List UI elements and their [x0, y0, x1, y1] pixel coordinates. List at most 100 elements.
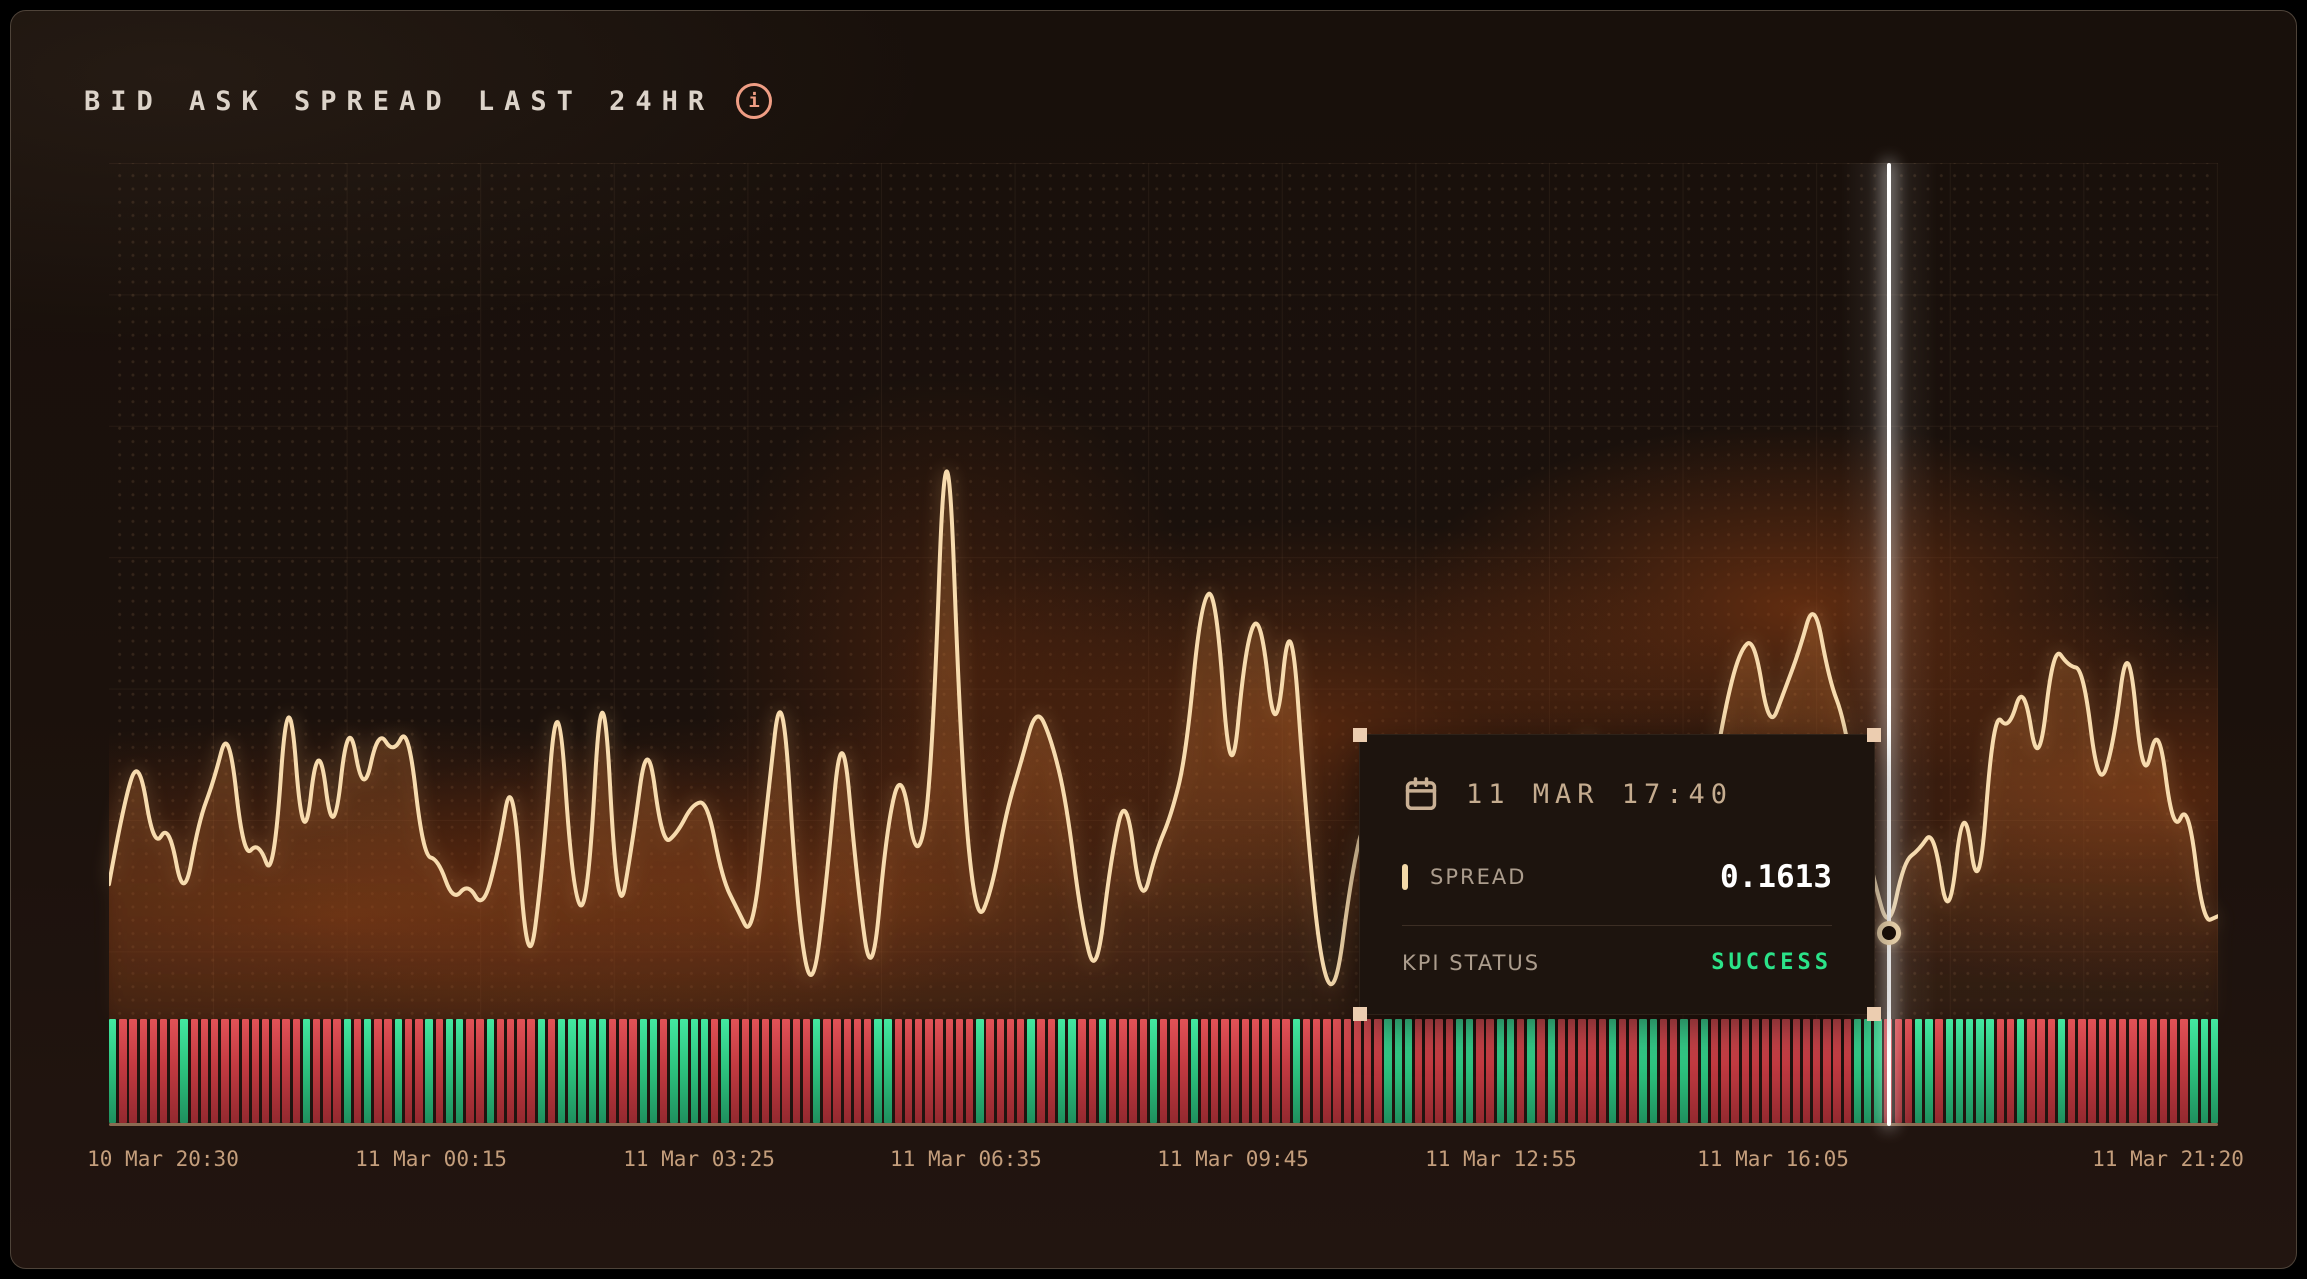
status-bar-failure — [711, 1019, 718, 1123]
tooltip-handle-bottom-right[interactable] — [1867, 1007, 1881, 1021]
status-bar-success — [1680, 1019, 1687, 1123]
status-bar-success — [109, 1019, 116, 1123]
status-bar-success — [813, 1019, 820, 1123]
status-bar-failure — [282, 1019, 289, 1123]
chart-plot[interactable] — [109, 163, 2218, 1019]
status-bar-failure — [1211, 1019, 1218, 1123]
status-bar-failure — [211, 1019, 218, 1123]
status-bar-success — [1191, 1019, 1198, 1123]
status-bar-failure — [160, 1019, 167, 1123]
status-bar-failure — [415, 1019, 422, 1123]
status-bar-success — [650, 1019, 657, 1123]
status-bar-failure — [742, 1019, 749, 1123]
status-bar-success — [701, 1019, 708, 1123]
status-bar-success — [1099, 1019, 1106, 1123]
status-bar-success — [395, 1019, 402, 1123]
status-bar-failure — [191, 1019, 198, 1123]
status-bar-success — [1976, 1019, 1983, 1123]
status-bar-failure — [140, 1019, 147, 1123]
status-bar-failure — [1374, 1019, 1381, 1123]
status-bar-failure — [476, 1019, 483, 1123]
status-bar-success — [1966, 1019, 1973, 1123]
status-bar-failure — [1772, 1019, 1779, 1123]
status-bar-failure — [1119, 1019, 1126, 1123]
status-bar-success — [2017, 1019, 2024, 1123]
status-bar-failure — [2048, 1019, 2055, 1123]
status-bar-success — [1946, 1019, 1953, 1123]
status-bar-failure — [2078, 1019, 2085, 1123]
status-bar-success — [1405, 1019, 1412, 1123]
status-bar-failure — [548, 1019, 555, 1123]
status-bar-failure — [1690, 1019, 1697, 1123]
status-bar-success — [1068, 1019, 1075, 1123]
status-bar-failure — [1629, 1019, 1636, 1123]
status-bar-failure — [1803, 1019, 1810, 1123]
status-bar-failure — [129, 1019, 136, 1123]
status-bar-failure — [1895, 1019, 1902, 1123]
status-bar-success — [1395, 1019, 1402, 1123]
status-bar-failure — [466, 1019, 473, 1123]
status-bar-success — [1027, 1019, 1034, 1123]
status-bar-failure — [497, 1019, 504, 1123]
status-bar-success — [1639, 1019, 1646, 1123]
status-bar-failure — [1272, 1019, 1279, 1123]
status-bar-success — [1058, 1019, 1065, 1123]
status-bar-failure — [1415, 1019, 1422, 1123]
status-bar-failure — [1089, 1019, 1096, 1123]
status-bar-failure — [1619, 1019, 1626, 1123]
status-bar-success — [1507, 1019, 1514, 1123]
status-bar-success — [1925, 1019, 1932, 1123]
status-bar-failure — [905, 1019, 912, 1123]
status-bar-failure — [1109, 1019, 1116, 1123]
status-bar-failure — [946, 1019, 953, 1123]
status-bar-failure — [895, 1019, 902, 1123]
status-bar-failure — [731, 1019, 738, 1123]
status-bar-failure — [201, 1019, 208, 1123]
status-bar-success — [874, 1019, 881, 1123]
status-bar-failure — [293, 1019, 300, 1123]
status-bar-success — [1650, 1019, 1657, 1123]
status-bar-failure — [1782, 1019, 1789, 1123]
tooltip-handle-top-left[interactable] — [1353, 728, 1367, 742]
tooltip-divider — [1402, 925, 1832, 926]
status-bar-failure — [119, 1019, 126, 1123]
chart-panel: BID ASK SPREAD LAST 24HR i 10 Mar 20:301… — [10, 10, 2297, 1269]
status-bar-success — [1609, 1019, 1616, 1123]
status-bar-failure — [1303, 1019, 1310, 1123]
status-bar-failure — [1833, 1019, 1840, 1123]
status-bar-failure — [1201, 1019, 1208, 1123]
status-bar-success — [578, 1019, 585, 1123]
status-bar-failure — [231, 1019, 238, 1123]
status-bar-success — [976, 1019, 983, 1123]
status-bar-success — [589, 1019, 596, 1123]
calendar-icon — [1402, 775, 1440, 813]
status-bar-success — [884, 1019, 891, 1123]
status-bar-success — [599, 1019, 606, 1123]
info-icon[interactable]: i — [736, 83, 772, 119]
kpi-status-bar-strip[interactable] — [109, 1019, 2218, 1123]
status-bar-failure — [1140, 1019, 1147, 1123]
status-bar-failure — [1242, 1019, 1249, 1123]
status-bar-success — [487, 1019, 494, 1123]
status-bar-success — [670, 1019, 677, 1123]
status-bar-failure — [864, 1019, 871, 1123]
x-axis-tick-label: 11 Mar 21:20 — [2092, 1147, 2244, 1171]
status-bar-failure — [2170, 1019, 2177, 1123]
tooltip-handle-top-right[interactable] — [1867, 728, 1881, 742]
status-bar-failure — [956, 1019, 963, 1123]
status-bar-failure — [1568, 1019, 1575, 1123]
status-bar-success — [1956, 1019, 1963, 1123]
status-bar-failure — [242, 1019, 249, 1123]
status-bar-failure — [252, 1019, 259, 1123]
status-bar-failure — [1221, 1019, 1228, 1123]
status-bar-failure — [1588, 1019, 1595, 1123]
crosshair-line[interactable] — [1887, 163, 1891, 1126]
spread-line-chart — [109, 163, 2218, 1019]
tooltip-handle-bottom-left[interactable] — [1353, 1007, 1367, 1021]
status-bar-failure — [1048, 1019, 1055, 1123]
status-bar-failure — [823, 1019, 830, 1123]
kpi-status-value: SUCCESS — [1711, 950, 1832, 975]
status-bar-failure — [1844, 1019, 1851, 1123]
status-bar-failure — [507, 1019, 514, 1123]
status-bar-success — [1497, 1019, 1504, 1123]
